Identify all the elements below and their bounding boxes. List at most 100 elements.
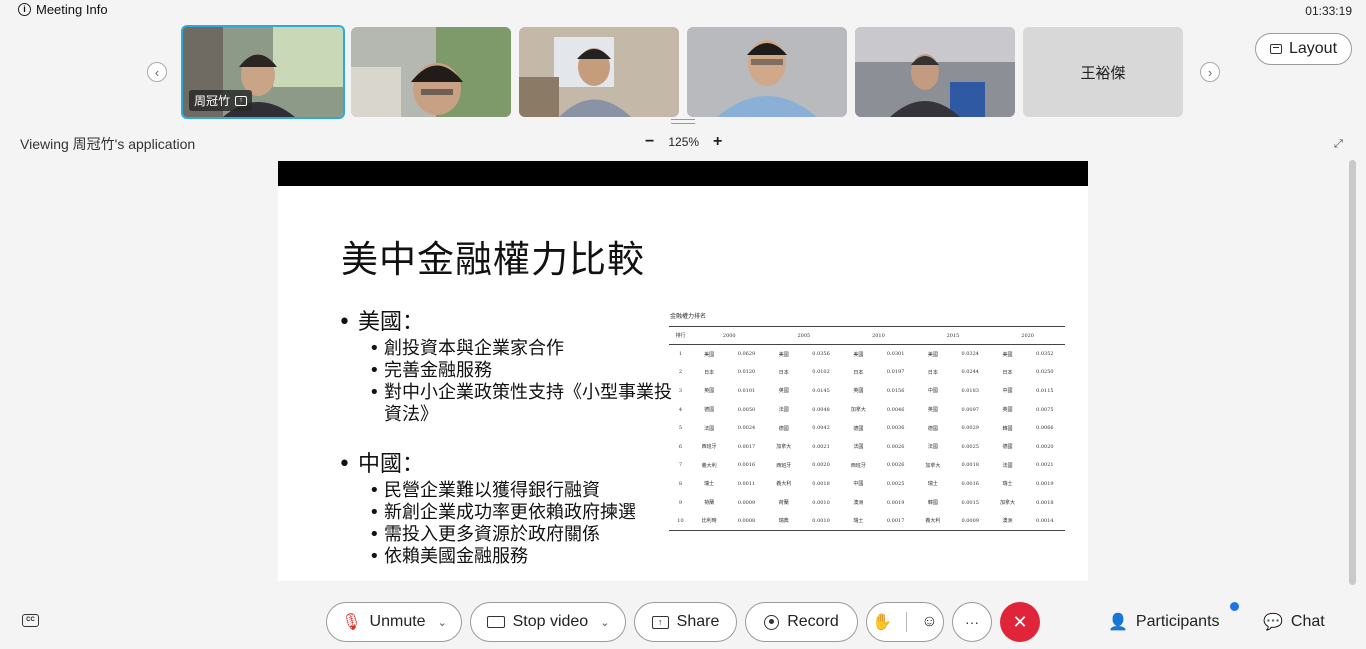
expand-icon[interactable]: ⤢ xyxy=(1334,138,1343,151)
table-cell: 0.0026 xyxy=(886,462,905,469)
bullet-item: 民營企業難以獲得銀行融資 xyxy=(369,480,678,502)
participant-video xyxy=(519,27,679,117)
participant-name-badge: 周冠竹 ↑ xyxy=(189,90,253,111)
table-cell: 0.0009 xyxy=(737,499,756,506)
record-button[interactable]: Record xyxy=(745,602,858,642)
participant-tile[interactable]: 王裕傑 xyxy=(1023,27,1183,117)
participant-tile[interactable] xyxy=(351,27,511,117)
table-header: 2010 xyxy=(841,326,916,345)
chat-label: Chat xyxy=(1290,613,1325,630)
meeting-info-label: Meeting Info xyxy=(36,2,108,17)
camera-icon xyxy=(486,616,505,628)
participant-name: 王裕傑 xyxy=(1080,64,1126,82)
filmstrip-resize-handle[interactable] xyxy=(671,119,695,124)
sharing-icon: ↑ xyxy=(235,95,248,106)
bullet-item: 完善金融服務 xyxy=(369,360,678,382)
participant-tile[interactable] xyxy=(855,27,1015,117)
filmstrip-next-button[interactable]: › xyxy=(1200,62,1220,82)
table-cell: 西班牙 xyxy=(701,444,717,451)
more-options-button[interactable]: ··· xyxy=(952,602,992,642)
table-cell: 0.0036 xyxy=(886,425,905,432)
unmute-button[interactable]: 🎙 Unmute ⌄ xyxy=(326,602,462,642)
table-cell: 0.0019 xyxy=(1036,480,1054,487)
scrollbar[interactable] xyxy=(1349,160,1356,585)
table-cell: 中國 xyxy=(853,481,864,488)
table-cell: 法國 xyxy=(927,444,938,451)
participant-tile[interactable]: 周冠竹 ↑ xyxy=(181,25,345,119)
table-row: 3 英國 0.0101 英國 0.0145 英國 0.0156 中國 0.0183 中國 0.011… xyxy=(669,382,1065,401)
participant-name: 周冠竹 xyxy=(194,94,231,108)
share-button[interactable]: ↑ Share xyxy=(634,602,737,642)
participants-icon: 👤 xyxy=(1108,614,1128,631)
chevron-down-icon[interactable]: ⌄ xyxy=(438,616,447,629)
table-cell: 美國 xyxy=(853,351,864,358)
zoom-out-button[interactable]: − xyxy=(645,134,654,150)
table-cell: 0.0016 xyxy=(737,462,756,469)
table-cell: 荷蘭 xyxy=(704,500,715,507)
table-cell: 10 xyxy=(669,511,692,531)
table-cell: 義大利 xyxy=(915,511,951,531)
table-cell: 日本 xyxy=(778,369,789,376)
table-cell: 0.0145 xyxy=(812,387,830,394)
share-screen-icon: ↑ xyxy=(651,615,669,629)
table-cell: 0.0629 xyxy=(737,351,756,358)
table-cell: 加拿大 xyxy=(850,407,866,414)
table-cell: 0.0026 xyxy=(886,443,905,450)
table-cell: 荷蘭 xyxy=(778,500,789,507)
filmstrip-prev-button[interactable]: ‹ xyxy=(147,62,167,82)
table-cell: 英國 xyxy=(778,388,789,395)
raise-hand-icon[interactable]: ✋ xyxy=(872,612,892,632)
table-cell: 德國 xyxy=(927,425,938,432)
table-cell: 0.0015 xyxy=(961,499,979,506)
bullet-item: 需投入更多資源於政府關係 xyxy=(369,524,678,546)
table-cell: 0.0097 xyxy=(961,406,979,413)
table-cell: 西班牙 xyxy=(850,462,866,469)
table-cell: 0.0156 xyxy=(886,387,905,394)
close-icon: ✕ xyxy=(1012,611,1028,632)
table-cell: 0.0021 xyxy=(812,443,830,450)
table-cell: 9 xyxy=(678,499,683,506)
participant-video xyxy=(855,27,1015,117)
table-row: 9 荷蘭 0.0009 荷蘭 0.0010 澳洲 0.0019 韓國 0.0015 加拿大 0.00… xyxy=(669,493,1065,512)
table-cell: 6 xyxy=(678,443,683,450)
participant-tile[interactable] xyxy=(519,27,679,117)
zoom-in-button[interactable]: + xyxy=(713,134,722,150)
slide-bullets: 美國： 創投資本與企業家合作 完善金融服務 對中小企業政策性支持《小型事業投資法… xyxy=(338,304,678,568)
table-cell: 瑞士 xyxy=(927,481,938,488)
table-cell: 0.0066 xyxy=(1036,425,1054,432)
table-cell: 法國 xyxy=(853,444,864,451)
stop-video-button[interactable]: Stop video ⌄ xyxy=(470,602,626,642)
table-cell: 0.0016 xyxy=(961,480,979,487)
meeting-info-button[interactable]: i Meeting Info xyxy=(18,2,108,17)
table-cell: 0.0021 xyxy=(1036,462,1054,469)
table-cell: 0.0029 xyxy=(961,425,979,432)
chat-button[interactable]: 💬 Chat xyxy=(1263,612,1325,632)
closed-captions-icon[interactable]: CC xyxy=(22,614,39,627)
table-cell: 0.0050 xyxy=(737,406,756,413)
table-row: 4 德國 0.0050 法國 0.0048 加拿大 0.0046 英國 0.0097 英國 0.00… xyxy=(669,400,1065,419)
participant-tile[interactable] xyxy=(687,27,847,117)
table-cell: 加拿大 xyxy=(776,444,792,451)
table-cell: 瑞士 xyxy=(1002,481,1013,488)
chevron-down-icon[interactable]: ⌄ xyxy=(600,616,609,629)
shared-content: 美中金融權力比較 美國： 創投資本與企業家合作 完善金融服務 對中小企業政策性支… xyxy=(278,161,1088,581)
layout-icon xyxy=(1269,44,1282,54)
table-header: 2000 xyxy=(691,326,767,345)
table-cell: 韓國 xyxy=(1002,425,1013,432)
table-cell: 英國 xyxy=(704,388,715,395)
bullet-item: 創投資本與企業家合作 xyxy=(369,338,678,360)
table-cell: 加拿大 xyxy=(925,462,941,469)
table-header-row: 排行 2000 2005 2010 2015 2020 xyxy=(669,326,1065,345)
table-cell: 0.0115 xyxy=(1036,387,1054,394)
table-cell: 義大利 xyxy=(701,462,717,469)
reaction-emoji-icon[interactable]: ☺ xyxy=(921,613,937,631)
slide-title: 美中金融權力比較 xyxy=(341,238,645,281)
table-cell: 日本 xyxy=(704,369,715,376)
stop-video-label: Stop video xyxy=(512,613,589,630)
layout-button[interactable]: Layout xyxy=(1255,33,1352,65)
participants-button[interactable]: 👤 Participants xyxy=(1108,612,1220,632)
end-call-button[interactable]: ✕ xyxy=(1000,602,1040,642)
table-cell: 美國 xyxy=(927,351,938,358)
table-cell: 日本 xyxy=(853,369,864,376)
bullet-item: 對中小企業政策性支持《小型事業投資法》 xyxy=(369,382,678,426)
